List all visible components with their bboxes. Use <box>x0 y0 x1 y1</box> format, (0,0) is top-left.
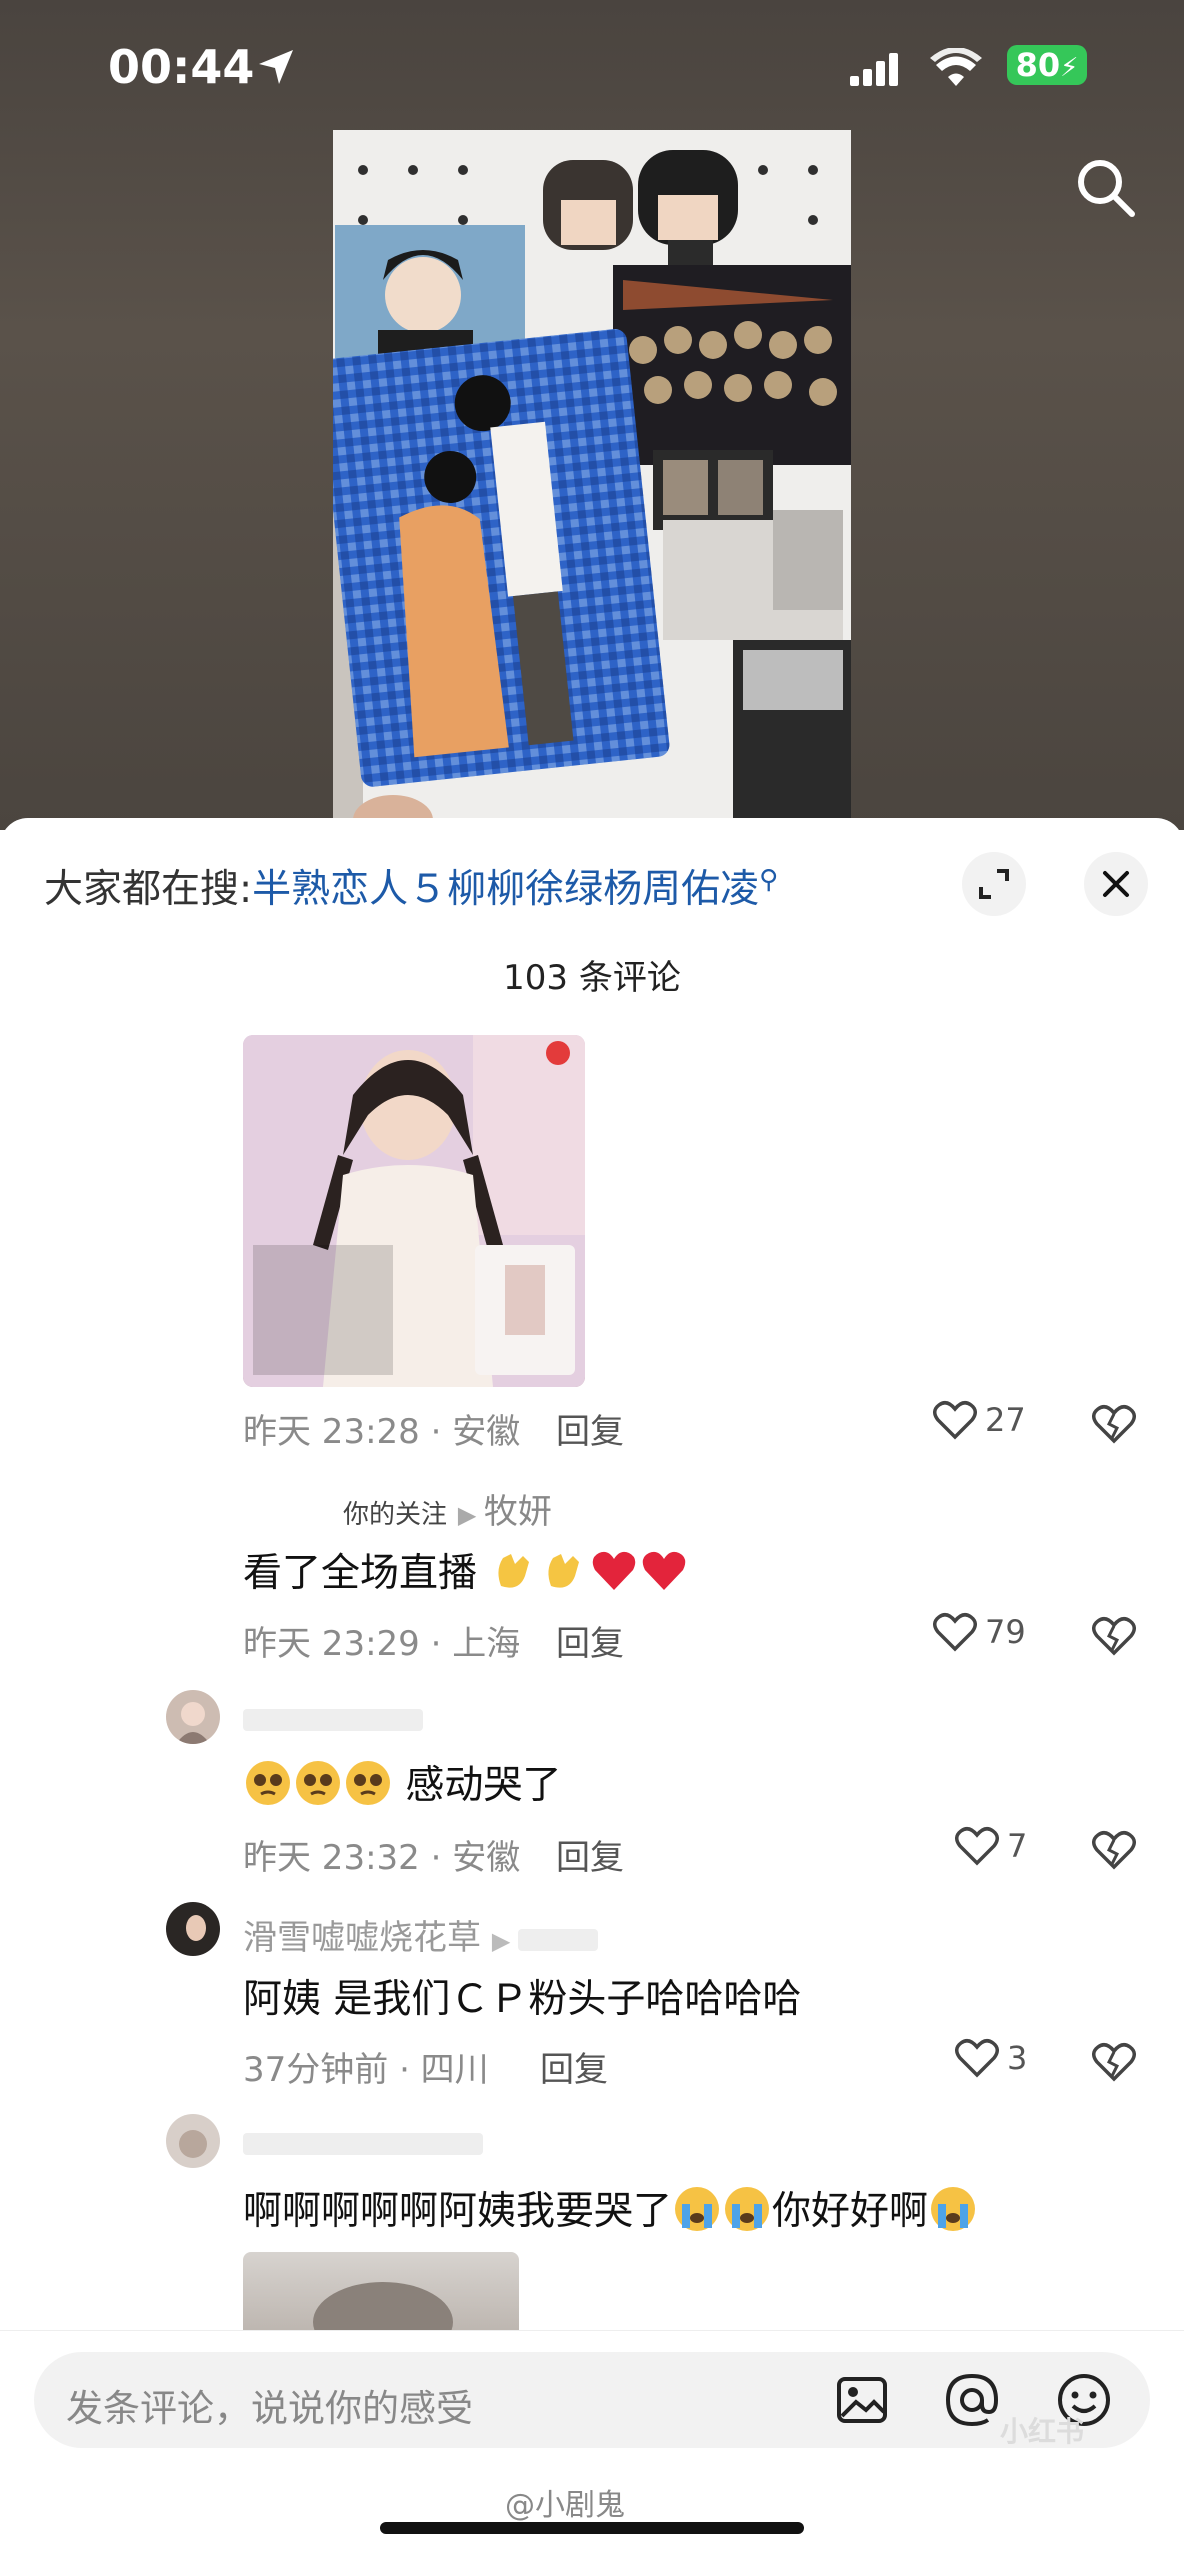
heart-icon <box>933 1401 977 1440</box>
comment-author[interactable]: 牧妍 <box>484 1492 552 1532</box>
red-heart-emoji-icon <box>643 1551 686 1590</box>
corner-watermark: 小红书 <box>1000 2415 1085 2448</box>
like-count: 3 <box>1007 2039 1028 2077</box>
comment-meta: 37分钟前 · 四川 <box>243 2050 489 2090</box>
expand-button[interactable] <box>962 852 1026 916</box>
pleading-face-emoji-icon <box>346 1761 390 1805</box>
avatar-image <box>186 1915 206 1941</box>
clapping-hands-emoji-icon <box>498 1554 530 1588</box>
comments-sheet <box>0 818 1184 2560</box>
status-bar: 00:44 80⚡ <box>0 40 1184 100</box>
reply-button[interactable]: 回复 <box>540 2042 608 2091</box>
like-count: 79 <box>985 1613 1026 1651</box>
comment-author[interactable]: 滑雪嘘嘘烧花草 <box>243 1918 481 1958</box>
like-button[interactable]: 79 <box>933 1612 1026 1652</box>
close-icon <box>1103 871 1129 897</box>
post-photo-illustration <box>333 130 851 830</box>
mention-at-icon[interactable] <box>944 2372 1000 2428</box>
comment-text: 看了全场直播 <box>243 1551 478 1596</box>
like-button[interactable]: 27 <box>933 1400 1026 1440</box>
dislike-broken-heart-icon[interactable] <box>1092 1830 1136 1870</box>
comment-image[interactable] <box>243 1035 585 1387</box>
dislike-broken-heart-icon[interactable] <box>1092 1616 1136 1656</box>
comment-text: 阿姨 是我们ＣＰ粉头子哈哈哈哈 <box>243 1977 802 2022</box>
home-indicator[interactable] <box>380 2522 804 2534</box>
expand-icon <box>979 869 1009 899</box>
avatar[interactable] <box>166 1690 220 1744</box>
reply-button[interactable]: 回复 <box>556 1404 624 1453</box>
post-image[interactable] <box>333 130 851 830</box>
dislike-broken-heart-icon[interactable] <box>1092 2042 1136 2082</box>
comment-author-row: 滑雪嘘嘘烧花草 ▶ <box>243 1910 598 1959</box>
red-heart-emoji-icon <box>593 1551 636 1590</box>
avatar[interactable] <box>166 1902 220 1956</box>
pleading-face-emoji-icon <box>296 1761 340 1805</box>
heart-icon <box>933 1613 977 1652</box>
heart-icon <box>955 2039 999 2078</box>
comment-image[interactable] <box>243 2252 519 2332</box>
comment-text: 感动哭了 <box>405 1763 562 1808</box>
comment-text-continued: 你好好啊 <box>772 2189 929 2234</box>
wifi-icon <box>930 48 982 86</box>
avatar-image <box>176 1702 210 1744</box>
bottom-watermark: @小剧鬼 <box>505 2488 625 2523</box>
heart-icon <box>955 1827 999 1866</box>
battery-level: 80 <box>1015 46 1061 84</box>
crying-face-emoji-icon <box>675 2187 720 2231</box>
clapping-hands-emoji-icon <box>548 1554 580 1588</box>
comment-meta: 昨天 23:28 · 安徽 <box>243 1412 521 1452</box>
like-button[interactable]: 3 <box>955 2038 1027 2078</box>
trending-search[interactable]: 大家都在搜:半熟恋人５柳柳徐绿杨周佑凌⚲ <box>44 858 778 914</box>
avatar[interactable] <box>166 2114 220 2168</box>
pleading-face-emoji-icon <box>246 1761 290 1805</box>
trending-search-query[interactable]: 半熟恋人５柳柳徐绿杨周佑凌 <box>252 867 759 912</box>
like-count: 7 <box>1007 1827 1028 1865</box>
comment-meta: 昨天 23:29 · 上海 <box>243 1624 521 1664</box>
charging-bolt-icon: ⚡ <box>1060 53 1079 83</box>
small-search-icon: ⚲ <box>759 865 779 895</box>
comment-author[interactable] <box>243 1698 423 1738</box>
close-button[interactable] <box>1084 852 1148 916</box>
comment-meta: 昨天 23:32 · 安徽 <box>243 1838 521 1878</box>
cellular-signal-icon <box>850 53 898 86</box>
crying-face-emoji-icon <box>931 2187 976 2231</box>
location-arrow-icon <box>259 50 293 84</box>
comment-text: 啊啊啊啊啊阿姨我要哭了 <box>243 2189 673 2234</box>
reply-button[interactable]: 回复 <box>556 1830 624 1879</box>
avatar-image <box>179 2130 207 2158</box>
image-picker-icon[interactable] <box>836 2374 888 2426</box>
comment-author[interactable] <box>243 2122 483 2162</box>
reply-button[interactable]: 回复 <box>556 1616 624 1665</box>
comment-author-row: 你的关注 ▶ 牧妍 <box>343 1492 552 1532</box>
comment-text-row: 感动哭了 <box>243 1754 561 1810</box>
comments-count: 103 条评论 <box>503 958 681 998</box>
like-button[interactable]: 7 <box>955 1826 1027 1866</box>
following-tag: 你的关注 <box>343 1500 448 1530</box>
like-count: 27 <box>985 1401 1026 1439</box>
crying-face-emoji-icon <box>725 2187 770 2231</box>
battery-indicator: 80⚡ <box>1007 45 1087 85</box>
trending-search-prefix: 大家都在搜: <box>44 867 253 912</box>
livestream-screenshot <box>243 1035 585 1387</box>
comment-input-placeholder: 发条评论，说说你的感受 <box>66 2387 473 2430</box>
comment-image-preview <box>313 2282 453 2332</box>
dislike-broken-heart-icon[interactable] <box>1092 1404 1136 1444</box>
status-time: 00:44 <box>108 40 255 94</box>
comment-text-row: 看了全场直播 <box>243 1542 689 1598</box>
search-icon[interactable] <box>1074 156 1138 220</box>
comment-text-row: 啊啊啊啊啊阿姨我要哭了 你好好啊 <box>243 2180 978 2236</box>
